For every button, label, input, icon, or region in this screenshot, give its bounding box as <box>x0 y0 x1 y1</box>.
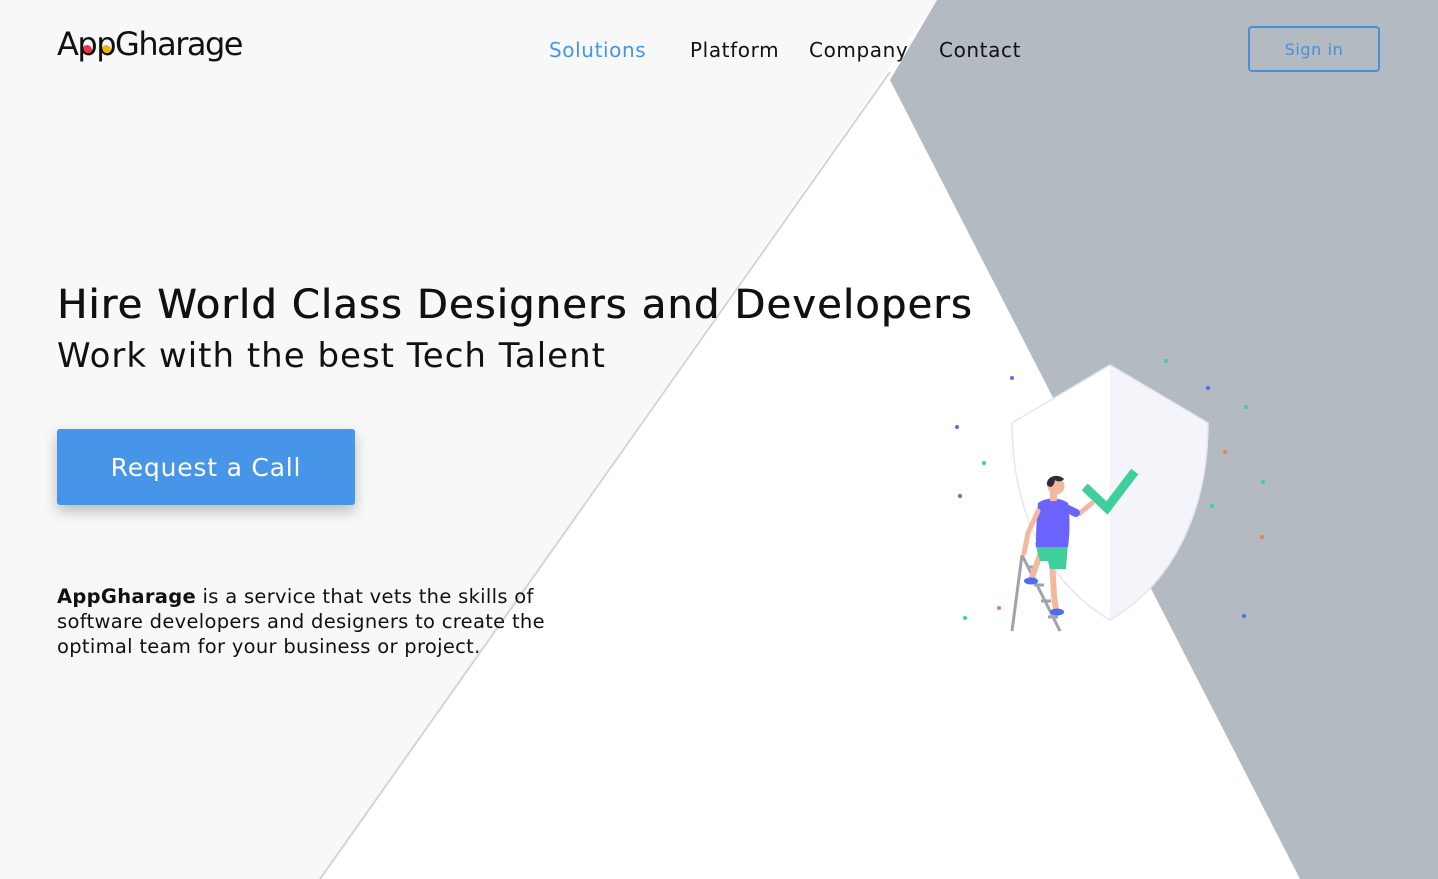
nav-item-contact[interactable]: Contact <box>939 38 1021 62</box>
logo-letter-p-yellow: p <box>96 25 116 63</box>
shield-check-person-illustration <box>955 359 1265 632</box>
hero-section: Hire World Class Designers and Developer… <box>57 282 973 376</box>
site-header: AppGharage Solutions Platform Company Co… <box>0 0 1438 104</box>
description-brand: AppGharage <box>57 584 197 608</box>
shield-icon <box>1011 364 1209 621</box>
nav-item-solutions[interactable]: Solutions <box>549 38 646 62</box>
request-call-button[interactable]: Request a Call <box>57 429 355 505</box>
hero-title: Hire World Class Designers and Developer… <box>57 282 973 328</box>
brand-logo[interactable]: AppGharage <box>57 25 243 63</box>
nav-item-platform[interactable]: Platform <box>690 38 779 62</box>
nav-item-company[interactable]: Company <box>809 38 908 62</box>
landing-page: AppGharage Solutions Platform Company Co… <box>0 0 1438 879</box>
hero-description: AppGharage is a service that vets the sk… <box>57 584 577 659</box>
sign-in-button[interactable]: Sign in <box>1248 26 1380 72</box>
logo-letter-p-red: p <box>77 25 97 63</box>
hero-subtitle: Work with the best Tech Talent <box>57 336 606 376</box>
